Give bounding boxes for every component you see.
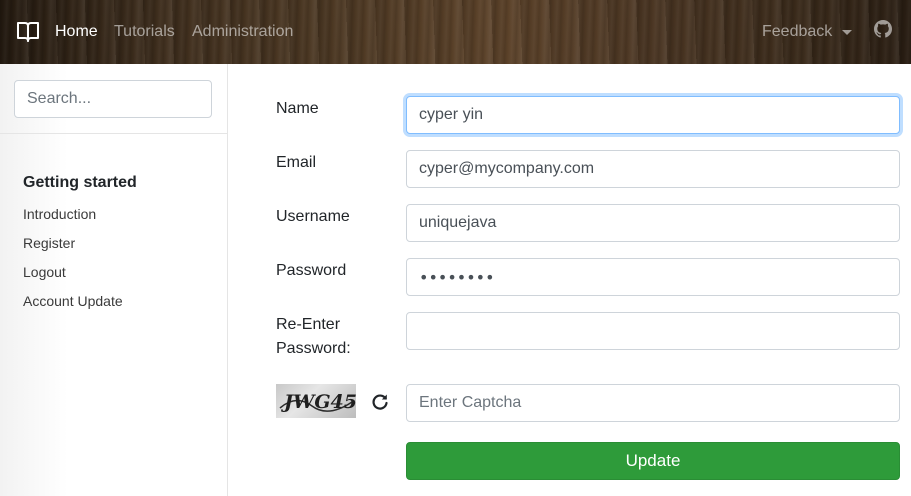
sidebar: Getting started Introduction Register Lo…: [0, 64, 228, 496]
sidebar-item-logout[interactable]: Logout: [23, 264, 66, 280]
password-field[interactable]: [406, 258, 900, 296]
chevron-down-icon[interactable]: [842, 30, 852, 35]
nav-administration[interactable]: Administration: [192, 22, 293, 42]
nav-tutorials[interactable]: Tutorials: [114, 22, 175, 42]
search-input[interactable]: [14, 80, 212, 118]
reenter-password-label-line2: Password:: [276, 340, 351, 357]
sidebar-section-title: Getting started: [23, 174, 137, 191]
sidebar-item-account-update[interactable]: Account Update: [23, 293, 123, 309]
email-label: Email: [276, 154, 317, 171]
feedback-dropdown[interactable]: Feedback: [762, 22, 832, 42]
reenter-password-label: Re-Enter Password:: [276, 313, 351, 361]
captcha-graphic: JWG45: [279, 391, 356, 413]
nav-home[interactable]: Home: [55, 22, 98, 42]
reenter-password-field[interactable]: [406, 312, 900, 350]
email-field[interactable]: [406, 150, 900, 188]
username-label: Username: [276, 208, 350, 225]
password-label: Password: [276, 262, 347, 279]
update-button[interactable]: Update: [406, 442, 900, 480]
book-open-icon[interactable]: [16, 21, 40, 43]
sidebar-item-register[interactable]: Register: [23, 235, 75, 251]
sidebar-search-area: [0, 64, 227, 134]
reenter-password-label-line1: Re-Enter: [276, 316, 341, 333]
name-label: Name: [276, 100, 319, 117]
captcha-input[interactable]: [406, 384, 900, 422]
username-field[interactable]: [406, 204, 900, 242]
captcha-image: JWG45: [276, 384, 356, 418]
github-icon[interactable]: [874, 20, 892, 38]
sidebar-item-introduction[interactable]: Introduction: [23, 206, 96, 222]
top-navbar: Home Tutorials Administration Feedback: [0, 0, 911, 64]
name-field[interactable]: [406, 96, 900, 134]
refresh-captcha-icon[interactable]: [371, 393, 389, 411]
captcha-text: JWG45: [281, 391, 356, 413]
